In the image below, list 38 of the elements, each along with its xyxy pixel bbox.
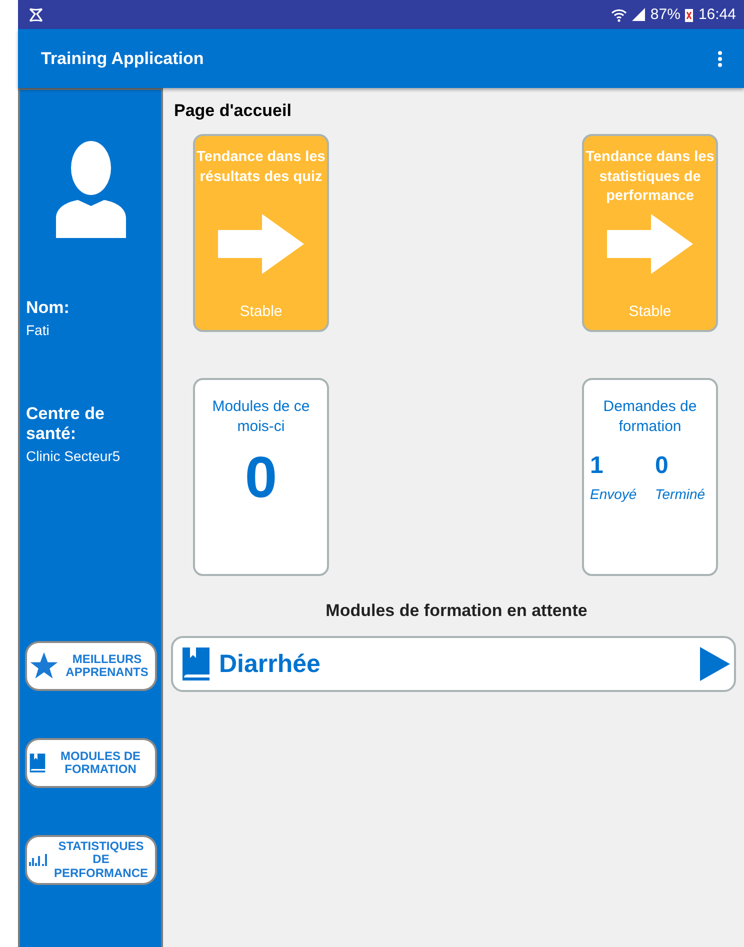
sidebar-button[interactable]: MEILLEURS APPRENANTS xyxy=(25,641,157,691)
sidebar-button[interactable]: MODULES DE FORMATION xyxy=(25,738,157,788)
right-arrow-icon xyxy=(218,214,304,274)
sidebar-button[interactable]: STATISTIQUES DE PERFORMANCE xyxy=(25,835,157,885)
health-centre-value: Clinic Secteur5 xyxy=(26,448,122,464)
star-icon xyxy=(29,651,59,681)
right-arrow-icon xyxy=(607,214,693,274)
trend-status: Stable xyxy=(240,303,282,320)
battery-icon xyxy=(685,8,694,22)
wifi-icon xyxy=(611,8,628,22)
module-item[interactable]: Diarrhée xyxy=(171,636,736,692)
request-label: Terminé xyxy=(655,486,706,502)
trend-title: Tendance dans les résultats des quiz xyxy=(196,148,326,187)
modules-title: Modules de ce mois-ci xyxy=(211,397,311,438)
name-label: Nom: xyxy=(26,298,70,318)
requests-title: Demandes de formation xyxy=(602,397,698,438)
trend-status: Stable xyxy=(628,303,672,320)
requests-card[interactable]: Demandes de formation 1 Envoyé 0 Terminé xyxy=(582,378,718,576)
health-centre-label: Centre de santé: xyxy=(26,404,106,444)
book-icon xyxy=(29,752,46,774)
request-count: 0 xyxy=(655,452,668,480)
book-icon xyxy=(181,646,211,682)
request-label: Envoyé xyxy=(590,486,637,502)
clock: 16:44 xyxy=(698,6,736,23)
bar-chart-icon xyxy=(29,854,47,866)
battery-percent: 87% xyxy=(650,6,680,23)
trend-title: Tendance dans les statistiques de performance xyxy=(584,148,716,206)
page-title: Page d'accueil xyxy=(174,101,292,121)
section-title: Modules de formation en attente xyxy=(324,601,588,621)
app-title: Training Application xyxy=(41,48,204,68)
request-count: 1 xyxy=(590,452,604,480)
modules-card[interactable]: Modules de ce mois-ci 0 xyxy=(193,378,329,576)
signal-icon xyxy=(632,8,646,21)
app-logo-icon xyxy=(28,6,44,22)
more-options-icon[interactable] xyxy=(718,50,722,66)
play-icon xyxy=(700,647,730,681)
modules-count: 0 xyxy=(244,444,278,510)
name-value: Fati xyxy=(26,322,50,338)
